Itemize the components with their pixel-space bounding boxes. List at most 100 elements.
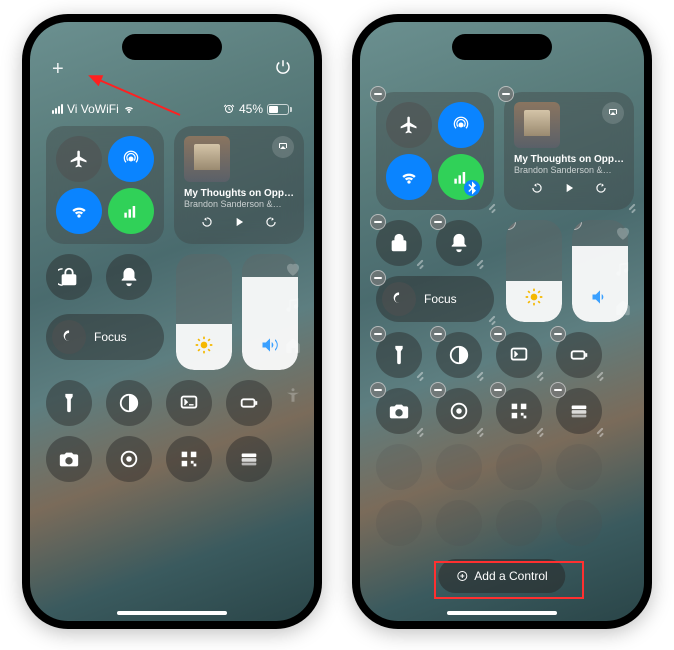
media-module[interactable]: My Thoughts on Opp… Brandon Sanderson &… [504,92,634,210]
empty-slot[interactable] [436,500,482,546]
resize-handle-icon[interactable] [412,424,426,438]
favorite-icon [284,260,302,283]
empty-slot[interactable] [556,444,602,490]
accessibility-icon [284,386,302,409]
resize-handle-icon[interactable] [484,200,498,214]
empty-slot[interactable] [496,500,542,546]
resize-handle-icon[interactable] [484,312,498,326]
phone-mockup-left: + Vi VoWiFi 45% [22,14,322,629]
resize-handle-icon[interactable] [472,368,486,382]
focus-label: Focus [424,292,457,306]
screen-record-button[interactable] [106,436,152,482]
airdrop-toggle[interactable] [108,136,154,182]
remove-icon[interactable] [550,382,566,398]
qr-code-button[interactable] [166,436,212,482]
focus-icon [52,320,86,354]
home-indicator [447,611,557,615]
screen-record-button[interactable] [436,388,482,434]
empty-slot[interactable] [376,444,422,490]
home-indicator [117,611,227,615]
flashlight-button[interactable] [376,332,422,378]
play-icon[interactable] [232,215,246,229]
resize-handle-icon[interactable] [592,368,606,382]
alarm-icon [223,103,235,115]
screen: + Vi VoWiFi 45% [30,22,314,621]
resize-handle-icon[interactable] [412,368,426,382]
wifi-toggle[interactable] [56,188,102,234]
power-icon[interactable] [274,58,292,81]
home-icon [284,336,302,359]
remove-icon[interactable] [430,214,446,230]
airplane-mode-toggle[interactable] [56,136,102,182]
wallet-button[interactable] [226,436,272,482]
screen-edit-mode: My Thoughts on Opp… Brandon Sanderson &… [360,22,644,621]
remove-icon[interactable] [506,220,516,230]
remove-icon[interactable] [490,382,506,398]
skip-back-icon[interactable] [200,215,214,229]
top-controls-row: + [30,58,314,81]
media-title: My Thoughts on Opp… [184,188,294,199]
resize-handle-icon[interactable] [472,256,486,270]
media-module[interactable]: My Thoughts on Opp… Brandon Sanderson &… [174,126,304,244]
remove-icon[interactable] [370,382,386,398]
remove-icon[interactable] [550,326,566,342]
airplay-icon[interactable] [602,102,624,124]
screen-mirroring-button[interactable] [496,332,542,378]
remove-icon[interactable] [370,270,386,286]
qr-code-button[interactable] [496,388,542,434]
bluetooth-toggle[interactable] [464,180,480,196]
skip-back-icon[interactable] [530,181,544,195]
silent-mode-toggle[interactable] [436,220,482,266]
resize-handle-icon[interactable] [532,368,546,382]
resize-handle-icon[interactable] [472,424,486,438]
remove-icon[interactable] [370,326,386,342]
focus-button[interactable]: Focus [376,276,494,322]
cellular-toggle[interactable] [108,188,154,234]
connectivity-module[interactable] [46,126,164,244]
dark-mode-button[interactable] [436,332,482,378]
screen-mirroring-button[interactable] [166,380,212,426]
empty-slot[interactable] [496,444,542,490]
empty-slot[interactable] [376,500,422,546]
dark-mode-button[interactable] [106,380,152,426]
resize-handle-icon[interactable] [412,256,426,270]
resize-handle-icon[interactable] [624,200,638,214]
media-subtitle: Brandon Sanderson &… [184,199,294,209]
wifi-toggle[interactable] [386,154,432,200]
camera-button[interactable] [46,436,92,482]
low-power-button[interactable] [556,332,602,378]
flashlight-button[interactable] [46,380,92,426]
brightness-slider[interactable] [176,254,232,370]
silent-mode-toggle[interactable] [106,254,152,300]
airplane-mode-toggle[interactable] [386,102,432,148]
wallet-button[interactable] [556,388,602,434]
play-icon[interactable] [562,181,576,195]
orientation-lock-toggle[interactable] [376,220,422,266]
skip-forward-icon[interactable] [594,181,608,195]
empty-slot[interactable] [556,500,602,546]
skip-forward-icon[interactable] [264,215,278,229]
volume-icon [590,287,610,312]
remove-icon[interactable] [572,220,582,230]
resize-handle-icon[interactable] [532,424,546,438]
media-controls [514,181,624,195]
airdrop-toggle[interactable] [438,102,484,148]
brightness-slider[interactable] [506,220,562,322]
orientation-lock-toggle[interactable] [46,254,92,300]
remove-icon[interactable] [430,326,446,342]
remove-icon[interactable] [370,86,386,102]
remove-icon[interactable] [430,382,446,398]
remove-icon[interactable] [370,214,386,230]
resize-handle-icon[interactable] [592,424,606,438]
low-power-button[interactable] [226,380,272,426]
focus-button[interactable]: Focus [46,314,164,360]
camera-button[interactable] [376,388,422,434]
remove-icon[interactable] [498,86,514,102]
add-icon[interactable]: + [52,58,64,81]
music-icon [614,260,632,283]
airplay-icon[interactable] [272,136,294,158]
connectivity-module[interactable] [376,92,494,210]
empty-slot[interactable] [436,444,482,490]
media-subtitle: Brandon Sanderson &… [514,165,624,175]
remove-icon[interactable] [490,326,506,342]
